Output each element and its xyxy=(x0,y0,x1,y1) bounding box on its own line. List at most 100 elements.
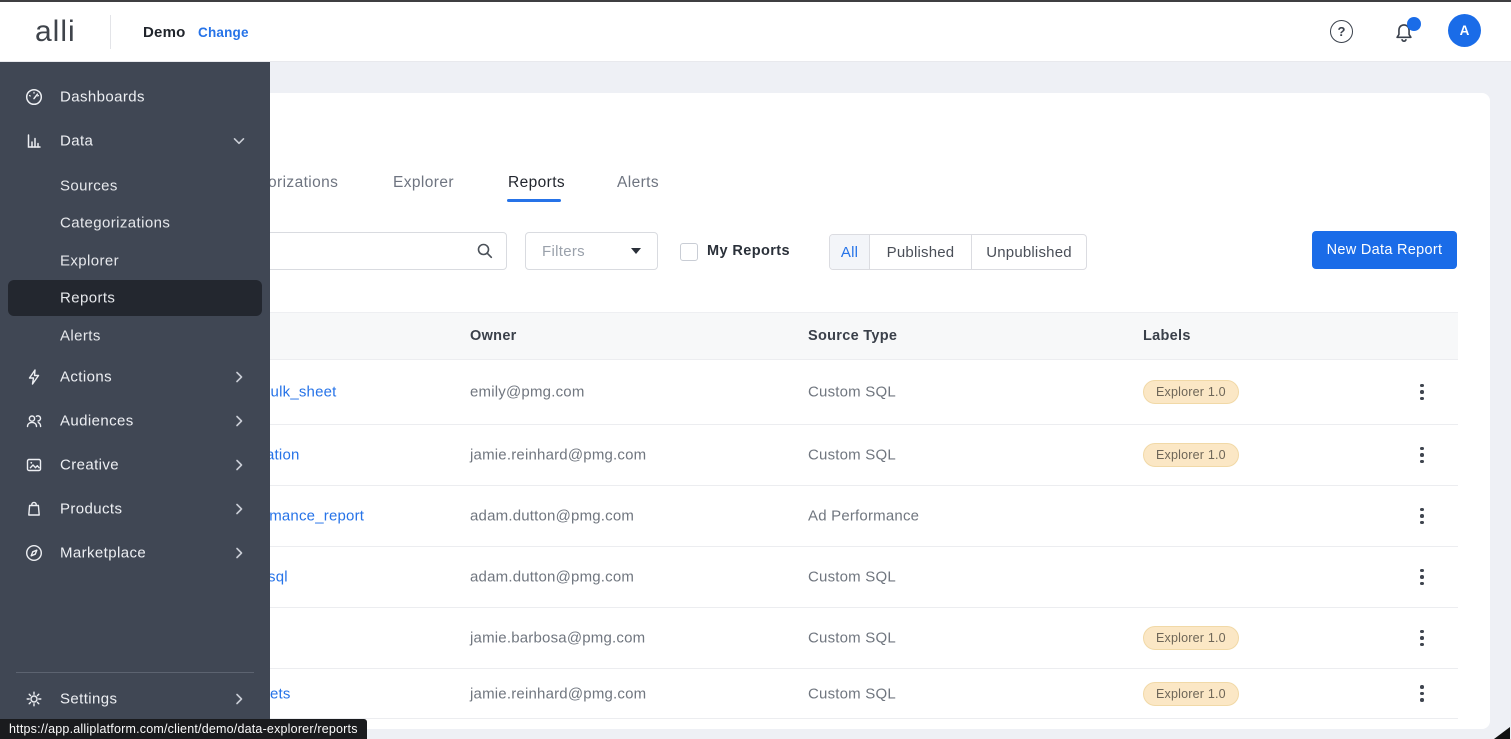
alli-logo[interactable]: alli xyxy=(35,2,76,62)
active-tab-underline xyxy=(507,199,561,202)
avatar-initial: A xyxy=(1459,23,1470,38)
help-icon[interactable]: ? xyxy=(1330,20,1353,43)
caret-down-icon xyxy=(631,248,641,254)
column-owner: Owner xyxy=(470,328,517,344)
user-avatar[interactable]: A xyxy=(1448,14,1481,47)
sidebar-item-label: Settings xyxy=(60,690,118,708)
tab-alerts[interactable]: Alerts xyxy=(617,171,659,195)
sidebar-item-label: Audiences xyxy=(60,412,134,430)
report-source-type: Custom SQL xyxy=(808,629,896,647)
report-owner: jamie.reinhard@pmg.com xyxy=(470,446,647,464)
report-name-link[interactable]: sql xyxy=(268,569,288,586)
chevron-right-icon xyxy=(230,456,248,474)
label-badge: Explorer 1.0 xyxy=(1143,681,1239,706)
window-top-edge xyxy=(0,0,1511,2)
sidebar-item-actions[interactable]: Actions xyxy=(0,359,270,395)
chevron-right-icon xyxy=(230,544,248,562)
report-owner: adam.dutton@pmg.com xyxy=(470,507,635,525)
tab-categorizations[interactable]: orizations xyxy=(268,171,338,195)
segment-all[interactable]: All xyxy=(830,235,870,269)
report-name-link[interactable]: rmance_report xyxy=(264,508,364,525)
compass-icon xyxy=(24,543,44,563)
chevron-right-icon xyxy=(230,500,248,518)
segment-published[interactable]: Published xyxy=(870,235,972,269)
sidebar-item-creative[interactable]: Creative xyxy=(0,447,270,483)
row-menu-icon[interactable] xyxy=(1410,501,1434,531)
sidebar-item-label: Data xyxy=(60,132,94,150)
label-badge: Explorer 1.0 xyxy=(1143,443,1239,467)
header-divider xyxy=(110,15,111,49)
sidebar-item-sources[interactable]: Sources xyxy=(0,168,270,204)
chevron-right-icon xyxy=(230,690,248,708)
sidebar-item-explorer[interactable]: Explorer xyxy=(0,243,270,279)
row-menu-icon[interactable] xyxy=(1410,377,1434,407)
sidebar-item-label: Reports xyxy=(60,289,116,307)
chevron-right-icon xyxy=(230,412,248,430)
report-source-type: Custom SQL xyxy=(808,685,896,702)
table-row: bulk_sheet emily@pmg.com Custom SQL Expl… xyxy=(62,360,1458,425)
sidebar-item-label: Creative xyxy=(60,456,120,474)
tab-explorer[interactable]: Explorer xyxy=(393,171,454,195)
label-badge: Explorer 1.0 xyxy=(1143,380,1239,404)
people-icon xyxy=(24,411,44,431)
sidebar-item-dashboards[interactable]: Dashboards xyxy=(0,79,270,115)
sidebar-item-label: Sources xyxy=(60,177,118,195)
image-icon xyxy=(24,455,44,475)
tab-reports[interactable]: Reports xyxy=(508,171,565,195)
sidebar-item-label: Actions xyxy=(60,368,112,386)
mouse-cursor xyxy=(1494,727,1510,739)
report-source-type: Custom SQL xyxy=(808,383,896,401)
sidebar-item-marketplace[interactable]: Marketplace xyxy=(0,535,270,571)
gauge-icon xyxy=(24,87,44,107)
sidebar-item-products[interactable]: Products xyxy=(0,491,270,527)
table-row: rmance_report adam.dutton@pmg.com Ad Per… xyxy=(62,486,1458,547)
change-client-link[interactable]: Change xyxy=(198,2,249,62)
search-icon xyxy=(476,242,494,260)
sidebar-item-settings[interactable]: Settings xyxy=(0,681,270,717)
table-row: ation jamie.reinhard@pmg.com Custom SQL … xyxy=(62,425,1458,486)
help-glyph: ? xyxy=(1337,24,1346,39)
row-menu-icon[interactable] xyxy=(1410,679,1434,709)
report-name-link[interactable]: ets xyxy=(270,685,291,702)
report-owner: emily@pmg.com xyxy=(470,383,585,401)
client-name: Demo xyxy=(143,23,186,41)
notification-dot xyxy=(1407,17,1421,31)
my-reports-checkbox[interactable] xyxy=(680,243,698,261)
my-reports-label[interactable]: My Reports xyxy=(707,232,790,270)
sidebar-item-reports[interactable]: Reports xyxy=(8,280,262,316)
publish-filter-segmented: All Published Unpublished xyxy=(829,234,1087,270)
sidebar-nav: Dashboards Data Sources Categorizations xyxy=(0,62,270,739)
bar-chart-icon xyxy=(24,131,44,151)
row-menu-icon[interactable] xyxy=(1410,440,1434,470)
report-name-link[interactable]: ation xyxy=(266,447,300,464)
sidebar-item-label: Categorizations xyxy=(60,214,171,232)
chevron-down-icon xyxy=(230,132,248,150)
sidebar-item-audiences[interactable]: Audiences xyxy=(0,403,270,439)
table-row: ets jamie.reinhard@pmg.com Custom SQL Ex… xyxy=(62,669,1458,719)
report-source-type: Custom SQL xyxy=(808,446,896,464)
bag-icon xyxy=(24,499,44,519)
sidebar-item-label: Marketplace xyxy=(60,544,147,562)
filters-dropdown[interactable]: Filters xyxy=(525,232,658,270)
lightning-icon xyxy=(24,367,44,387)
report-owner: jamie.barbosa@pmg.com xyxy=(470,629,646,647)
label-badge: Explorer 1.0 xyxy=(1143,626,1239,650)
sidebar-item-label: Explorer xyxy=(60,252,120,270)
sidebar-item-label: Products xyxy=(60,500,123,518)
sidebar-item-categorizations[interactable]: Categorizations xyxy=(0,205,270,241)
report-owner: adam.dutton@pmg.com xyxy=(470,568,635,586)
new-data-report-button[interactable]: New Data Report xyxy=(1312,231,1457,269)
filters-label: Filters xyxy=(542,242,585,260)
sidebar-item-data[interactable]: Data xyxy=(0,123,270,159)
row-menu-icon[interactable] xyxy=(1410,562,1434,592)
row-menu-icon[interactable] xyxy=(1410,623,1434,653)
column-source-type: Source Type xyxy=(808,328,898,344)
segment-unpublished[interactable]: Unpublished xyxy=(972,235,1086,269)
gear-icon xyxy=(24,689,44,709)
table-header: Owner Source Type Labels xyxy=(62,312,1458,360)
chevron-right-icon xyxy=(230,368,248,386)
sidebar-item-label: Alerts xyxy=(60,327,101,345)
report-name-link[interactable]: bulk_sheet xyxy=(262,384,337,401)
sidebar-item-alerts[interactable]: Alerts xyxy=(0,318,270,354)
report-source-type: Ad Performance xyxy=(808,507,920,525)
